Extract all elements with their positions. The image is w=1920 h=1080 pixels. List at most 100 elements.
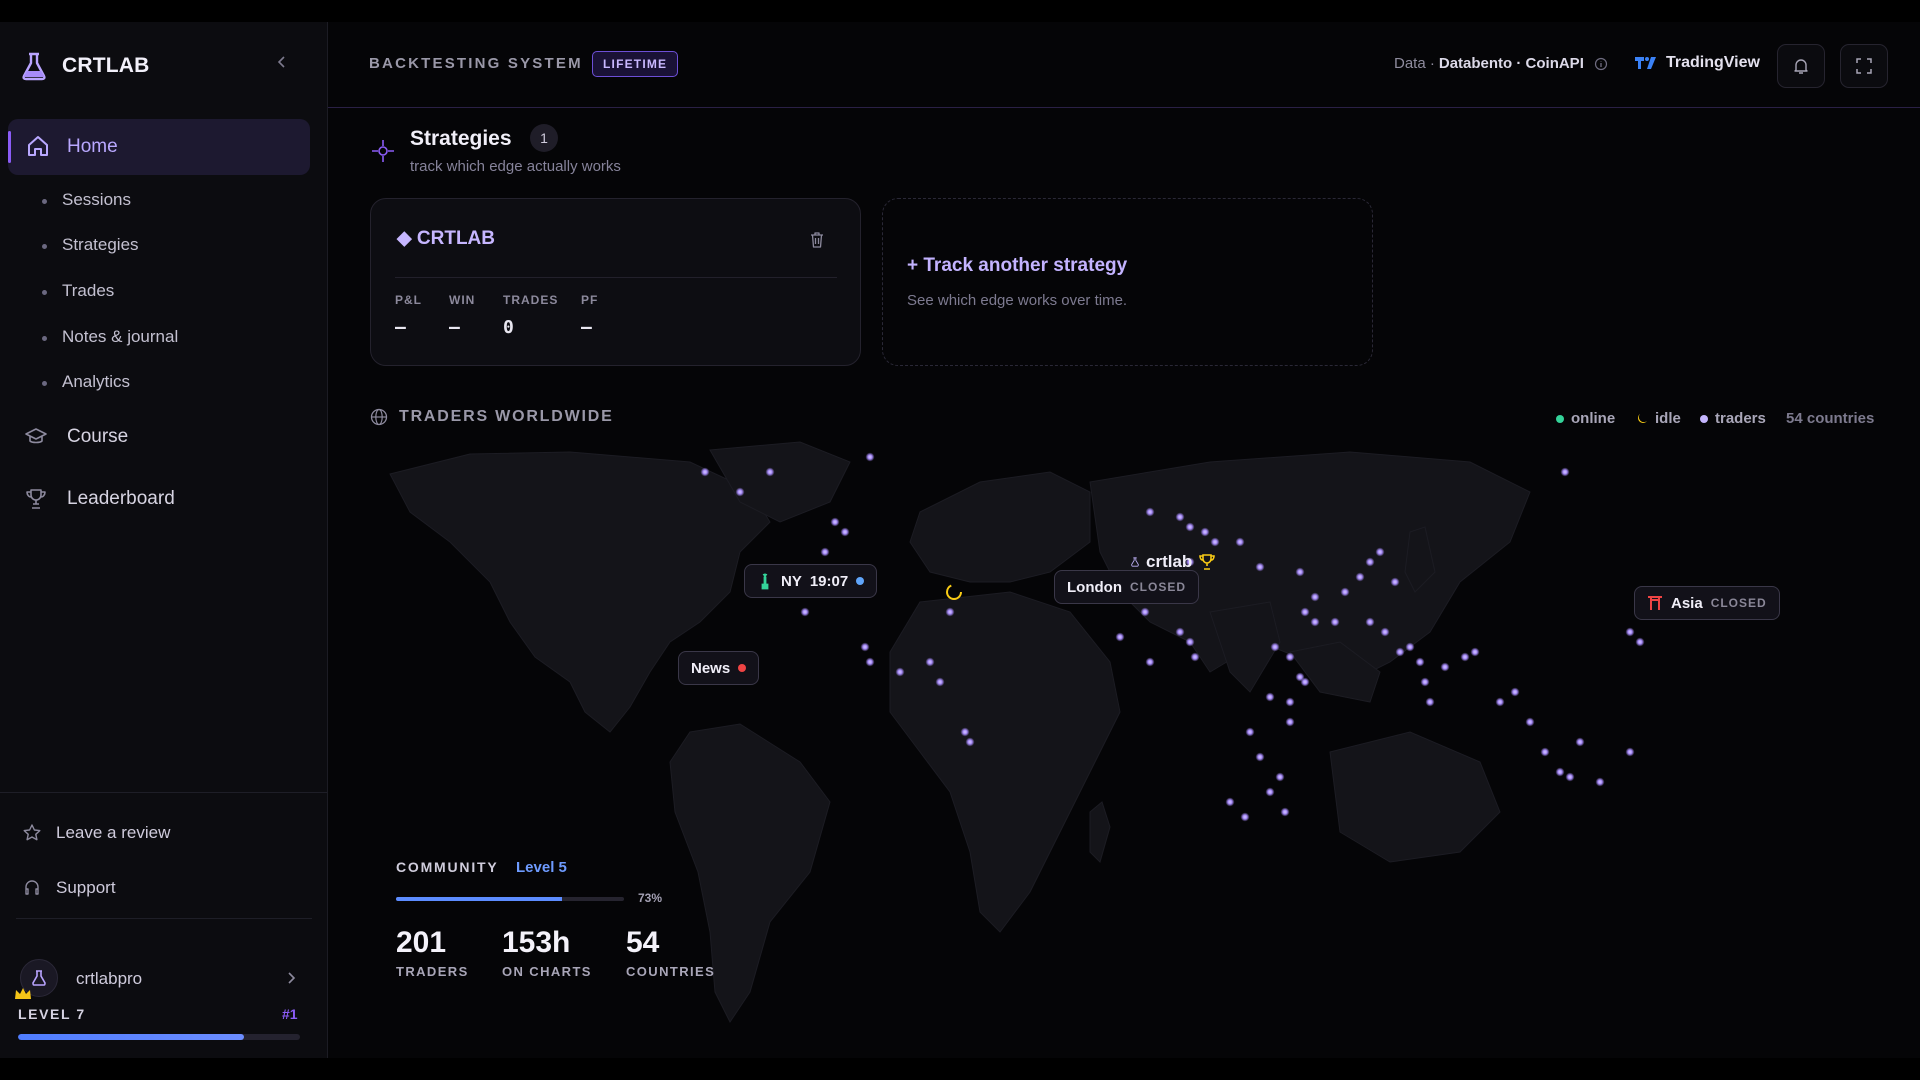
info-icon[interactable] (1594, 57, 1608, 71)
trader-dot (1555, 767, 1565, 777)
legend-label: online (1571, 410, 1616, 427)
community-label: COMMUNITY (396, 859, 499, 875)
london-session-marker[interactable]: London CLOSED (1054, 570, 1199, 604)
support-button[interactable]: Support (22, 878, 116, 898)
support-label: Support (56, 878, 116, 897)
strategy-card-title: ◆ CRTLAB (397, 228, 495, 249)
trader-dot (1575, 737, 1585, 747)
tradingview-link[interactable]: TradingView (1634, 54, 1760, 72)
graduation-cap-icon (25, 428, 47, 444)
stat-value: 0 (503, 317, 514, 338)
page-title: BACKTESTING SYSTEM (369, 55, 583, 72)
sidebar-item-course[interactable]: Course (24, 425, 128, 449)
trader-dot (1275, 772, 1285, 782)
sidebar-item-label: Course (67, 426, 129, 447)
trader-dot (1425, 697, 1435, 707)
data-source-providers: Databento · CoinAPI (1438, 55, 1584, 72)
london-status: CLOSED (1129, 580, 1186, 594)
status-dot (856, 577, 865, 585)
notifications-button[interactable] (1777, 44, 1825, 88)
brand[interactable]: CRTLAB (18, 50, 150, 82)
user-location-marker[interactable]: crtlab (1130, 552, 1216, 572)
trader-dot (1145, 657, 1155, 667)
sidebar-item-home[interactable]: Home (8, 119, 310, 175)
trader-dot (925, 657, 935, 667)
news-alert-dot (738, 664, 747, 672)
crown-icon (15, 988, 31, 999)
trader-dot (1145, 507, 1155, 517)
asia-status: CLOSED (1710, 596, 1767, 610)
trader-dot (1175, 627, 1185, 637)
trader-dot (1235, 537, 1245, 547)
trader-dot (800, 607, 810, 617)
news-marker[interactable]: News (678, 651, 760, 685)
trader-dot (1355, 572, 1365, 582)
countries-count: 54 countries (1786, 410, 1875, 427)
community-stat-traders: 201 TRADERS (396, 926, 469, 979)
legend-label: idle (1655, 410, 1681, 427)
data-source-info[interactable]: Data · Databento · CoinAPI (1394, 55, 1608, 72)
ny-label: NY (781, 572, 802, 590)
trader-dot (1310, 617, 1320, 627)
user-profile-row[interactable]: crtlabpro (15, 957, 308, 1001)
london-spinner (946, 584, 962, 600)
trader-dot (1225, 797, 1235, 807)
legend-idle: idle (1636, 410, 1681, 427)
ny-session-marker[interactable]: NY 19:07 (744, 564, 878, 598)
fullscreen-button[interactable] (1840, 44, 1888, 88)
trader-dot (830, 517, 840, 527)
tradingview-label: TradingView (1666, 54, 1760, 71)
moon-icon (1638, 413, 1647, 423)
sidebar-divider (16, 918, 312, 919)
trader-dot (965, 737, 975, 747)
sidebar-item-home-label: Home (67, 136, 118, 157)
asia-session-marker[interactable]: Asia CLOSED (1634, 586, 1780, 620)
strategy-card[interactable]: ◆ CRTLAB P&L — WIN — TRADES 0 PF — (370, 198, 861, 366)
bullet (42, 290, 47, 295)
leave-review-button[interactable]: Leave a review (22, 823, 170, 843)
trader-dot (1310, 592, 1320, 602)
stat-trades: TRADES 0 (503, 293, 558, 338)
stat-key: PF (581, 293, 599, 307)
trader-dot (1595, 777, 1605, 787)
strategies-count-badge: 1 (530, 124, 558, 152)
trader-dot (1200, 527, 1210, 537)
trader-dot (1625, 747, 1635, 757)
trader-dot (1495, 697, 1505, 707)
trader-dot (960, 727, 970, 737)
online-dot (1556, 414, 1564, 423)
community-stat-hours: 153h ON CHARTS (502, 926, 592, 979)
trader-dot (1380, 627, 1390, 637)
trader-dot (1295, 672, 1305, 682)
bullet (42, 244, 47, 249)
legend-traders: traders (1700, 410, 1766, 427)
stat-label: ON CHARTS (502, 964, 592, 979)
sidebar-item-leaderboard[interactable]: Leaderboard (24, 487, 175, 511)
australia (1329, 731, 1501, 863)
trader-dot (1295, 567, 1305, 577)
stat-value: — (395, 317, 406, 338)
bullet (42, 336, 47, 341)
community-level: Level 5 (516, 859, 567, 876)
trader-dot (1300, 607, 1310, 617)
add-strategy-title: + Track another strategy (907, 255, 1128, 276)
collapse-sidebar-button[interactable] (272, 52, 292, 72)
trader-dot (735, 487, 745, 497)
trash-icon[interactable] (809, 231, 825, 249)
trader-dot (1185, 522, 1195, 532)
bullet (42, 381, 47, 386)
stat-pnl: P&L — (395, 293, 422, 338)
trader-dot (1255, 562, 1265, 572)
sidebar-item-label: Leaderboard (67, 488, 175, 509)
trader-dot (765, 467, 775, 477)
stat-value: 201 (396, 926, 447, 959)
trader-dot (1390, 577, 1400, 587)
add-strategy-card[interactable]: + Track another strategy See which edge … (882, 198, 1373, 366)
trader-dot (1285, 652, 1295, 662)
stat-value: 54 (626, 926, 660, 959)
trader-dot (1540, 747, 1550, 757)
fullscreen-icon (1856, 58, 1872, 74)
sidebar-divider (0, 792, 327, 793)
chevron-right-icon (288, 972, 296, 984)
trader-dot (1115, 632, 1125, 642)
